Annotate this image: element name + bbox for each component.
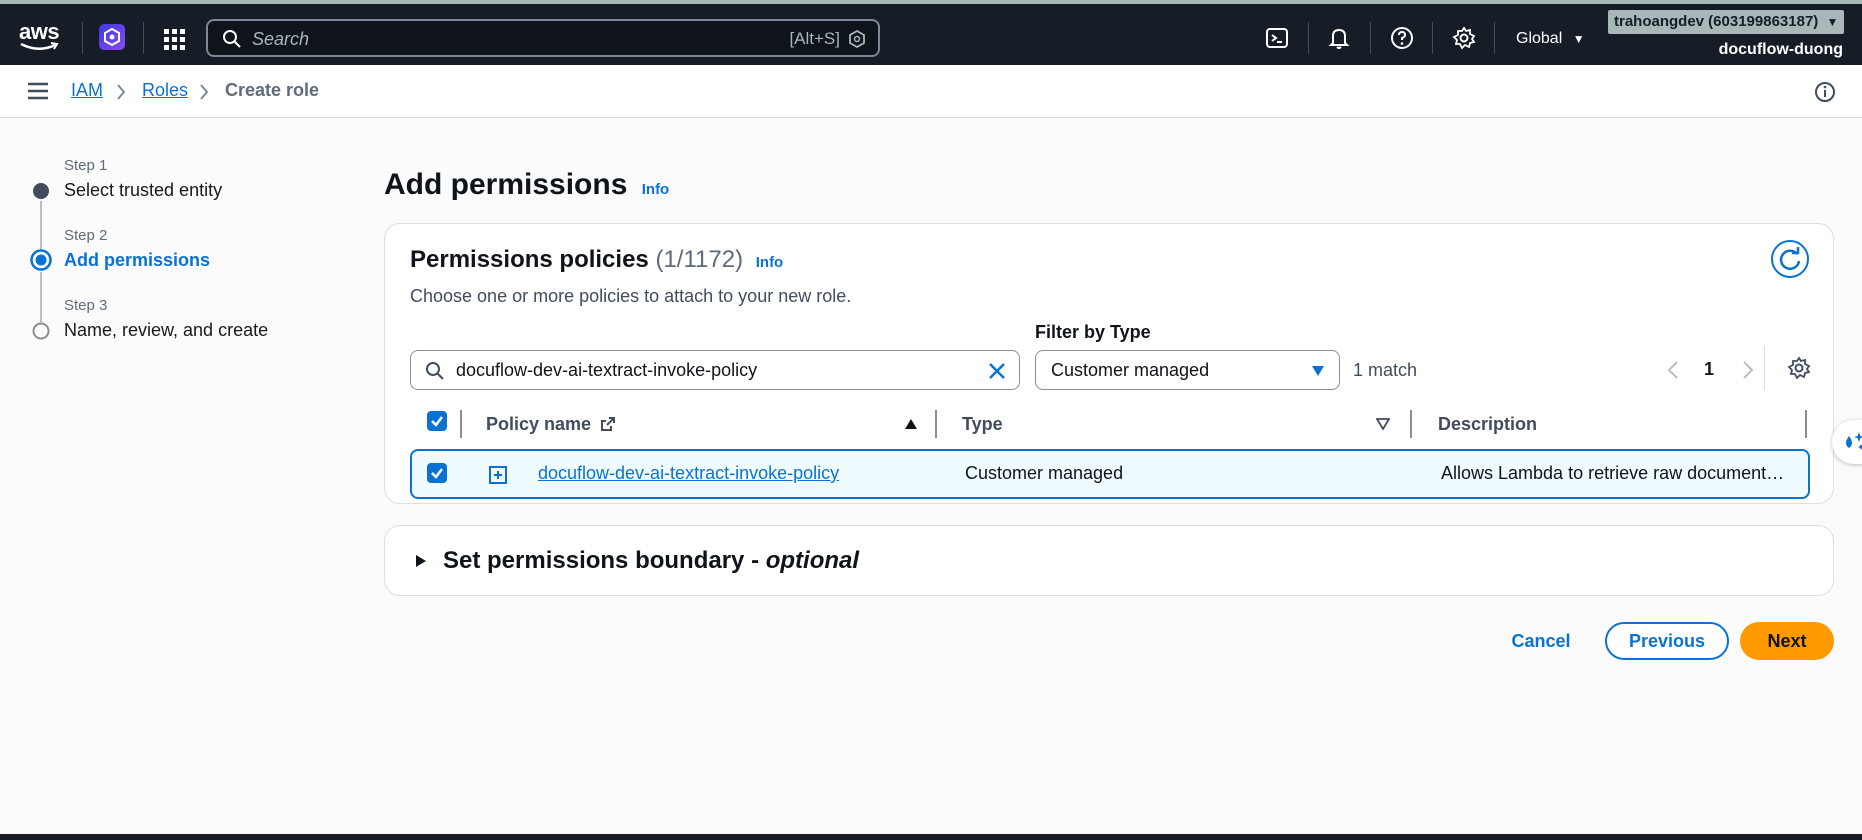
previous-button[interactable]: Previous <box>1605 622 1729 660</box>
top-navigation: aws Search [Alt+S] Global ▼ trahoangdev … <box>0 0 1862 65</box>
step-connector <box>40 201 42 251</box>
help-icon[interactable] <box>1390 26 1414 50</box>
shortcut-hex-icon <box>849 30 865 48</box>
next-page-icon[interactable] <box>1742 361 1754 379</box>
step-1[interactable]: Step 1 Select trusted entity <box>64 157 222 201</box>
refresh-button[interactable] <box>1771 240 1809 278</box>
breadcrumb-iam[interactable]: IAM <box>71 80 103 101</box>
clear-icon[interactable] <box>987 361 1007 381</box>
sort-ascending-icon[interactable] <box>904 418 918 430</box>
caret-down-icon: ▼ <box>1826 15 1839 29</box>
divider <box>1494 22 1495 54</box>
divider <box>1764 346 1765 390</box>
column-divider <box>1410 410 1412 438</box>
region-selector[interactable]: Global ▼ <box>1516 30 1585 48</box>
global-search-input[interactable]: Search [Alt+S] <box>206 19 880 57</box>
chevron-right-icon <box>200 84 209 100</box>
amazon-q-icon[interactable] <box>99 24 125 50</box>
policy-type: Customer managed <box>965 463 1124 483</box>
step-connector <box>40 272 42 322</box>
row-checkbox[interactable] <box>427 463 447 483</box>
services-grid-icon[interactable] <box>164 29 186 51</box>
divider <box>1432 22 1433 54</box>
check-icon <box>431 468 443 479</box>
policy-count: (1/1172) <box>655 246 744 273</box>
step-2: Step 2 Add permissions <box>64 227 211 270</box>
column-header-description[interactable]: Description <box>1438 414 1537 435</box>
step-upcoming-dot <box>32 322 50 340</box>
column-divider <box>460 410 462 438</box>
boundary-title: Set permissions boundary - optional <box>443 547 860 574</box>
bottom-bar <box>0 834 1862 840</box>
sparkle-drop-icon <box>1846 432 1862 450</box>
match-count: 1 match <box>1353 360 1418 380</box>
type-filter-select[interactable]: Customer managed <box>1035 350 1340 390</box>
search-icon <box>426 362 444 380</box>
caret-down-icon <box>1312 366 1324 376</box>
info-panel-icon[interactable] <box>1814 81 1836 103</box>
permissions-boundary-section[interactable]: Set permissions boundary - optional <box>384 525 1834 596</box>
settings-gear-icon[interactable] <box>1452 26 1476 50</box>
policy-name-link[interactable]: docuflow-dev-ai-textract-invoke-policy <box>538 463 839 484</box>
policy-search-input[interactable]: docuflow-dev-ai-textract-invoke-policy <box>410 350 1020 390</box>
current-page[interactable]: 1 <box>1704 359 1714 380</box>
ai-assistant-bubble[interactable] <box>1832 420 1862 464</box>
divider <box>1308 22 1309 54</box>
page-title: Add permissions Info <box>384 168 670 201</box>
divider <box>143 22 144 54</box>
cloudshell-icon[interactable] <box>1265 26 1289 50</box>
expand-plus-icon[interactable] <box>488 465 508 485</box>
breadcrumb-current: Create role <box>225 80 320 100</box>
pagination: 1 <box>1665 352 1765 388</box>
column-header-policy-name[interactable]: Policy name <box>486 414 616 435</box>
account-menu[interactable]: trahoangdev (603199863187) ▼ <box>1608 10 1845 34</box>
column-divider <box>935 410 937 438</box>
breadcrumb-roles[interactable]: Roles <box>142 80 188 101</box>
search-icon <box>223 30 241 48</box>
policy-description: Allows Lambda to retrieve raw documents … <box>1441 463 1786 483</box>
panel-description: Choose one or more policies to attach to… <box>410 286 852 306</box>
column-divider <box>1805 410 1807 438</box>
sort-icon[interactable] <box>1376 418 1390 430</box>
hamburger-menu-icon[interactable] <box>28 82 48 100</box>
policies-info-link[interactable]: Info <box>756 254 784 271</box>
table-preferences-gear-icon[interactable] <box>1787 356 1811 380</box>
previous-page-icon[interactable] <box>1667 361 1679 379</box>
caret-down-icon: ▼ <box>1572 32 1585 46</box>
permissions-policies-panel: Permissions policies (1/1172) Info Choos… <box>384 223 1834 504</box>
chevron-right-icon <box>117 84 126 100</box>
panel-title: Permissions policies (1/1172) Info <box>410 246 784 273</box>
divider <box>82 22 83 54</box>
table-row[interactable]: docuflow-dev-ai-textract-invoke-policy C… <box>410 449 1810 499</box>
aws-logo[interactable]: aws <box>19 21 61 52</box>
divider <box>1370 22 1371 54</box>
user-name: docuflow-duong <box>1718 41 1843 58</box>
check-icon <box>431 416 443 427</box>
caret-right-icon <box>416 555 426 567</box>
step-3: Step 3 Name, review, and create <box>64 297 269 340</box>
breadcrumb-bar: IAM Roles Create role <box>0 65 1862 118</box>
refresh-icon <box>1779 247 1801 270</box>
external-link-icon <box>601 417 616 431</box>
step-completed-dot <box>33 183 49 199</box>
next-button[interactable]: Next <box>1740 622 1834 660</box>
column-header-type[interactable]: Type <box>962 414 1003 435</box>
step-current-dot <box>30 249 52 271</box>
cancel-button[interactable]: Cancel <box>1500 622 1582 660</box>
notifications-bell-icon[interactable] <box>1327 26 1351 50</box>
smile-icon <box>20 42 59 50</box>
select-all-checkbox[interactable] <box>427 411 447 431</box>
filter-by-type-label: Filter by Type <box>1035 322 1151 342</box>
page-info-link[interactable]: Info <box>642 181 670 198</box>
